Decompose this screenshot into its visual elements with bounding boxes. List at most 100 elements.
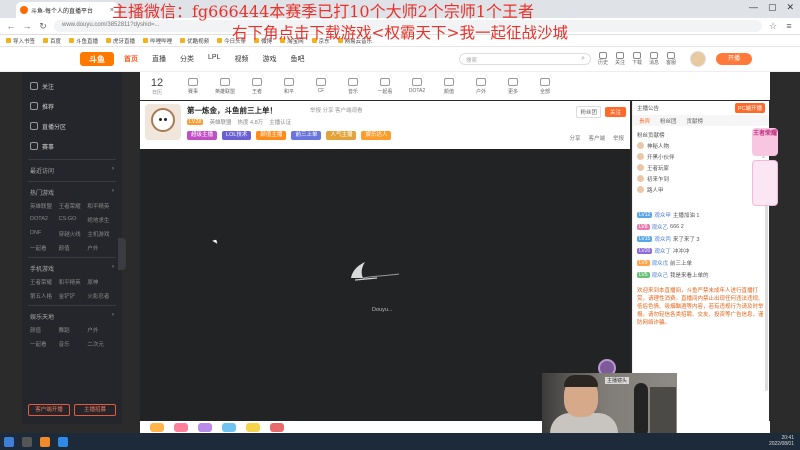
- game-link[interactable]: 金铲铲: [59, 292, 86, 300]
- back-icon[interactable]: ←: [6, 21, 16, 31]
- category-item[interactable]: 英雄联盟: [212, 77, 238, 95]
- room-tag[interactable]: LOL技术: [222, 131, 252, 140]
- promo-banner[interactable]: 王者荣耀: [752, 128, 778, 218]
- nav-games[interactable]: 游戏: [262, 54, 276, 64]
- tab-contribution[interactable]: 贡献榜: [687, 117, 704, 125]
- share-button[interactable]: 分享: [569, 134, 580, 142]
- game-link[interactable]: 主机游戏: [87, 230, 114, 238]
- tab-vip[interactable]: 贵宾: [639, 117, 650, 125]
- nav-live[interactable]: 直播: [152, 54, 166, 64]
- follow-button[interactable]: 关注: [604, 107, 626, 117]
- fan-club-button[interactable]: 粉丝团: [576, 106, 601, 118]
- chat-username[interactable]: 观众丁: [654, 247, 671, 255]
- rank-row[interactable]: 王者玩家3: [637, 162, 765, 173]
- game-link[interactable]: 原神: [87, 278, 114, 286]
- site-logo[interactable]: 斗鱼: [80, 52, 114, 66]
- category-item[interactable]: 音乐: [340, 77, 366, 95]
- search-input[interactable]: 搜索 ⌕: [459, 53, 591, 65]
- browser-tab[interactable]: 斗鱼-每个人的直播平台 ×: [16, 2, 118, 18]
- gift-icon[interactable]: [198, 422, 212, 432]
- maximize-button[interactable]: ▢: [768, 2, 777, 13]
- game-link[interactable]: DNF: [30, 230, 57, 238]
- rank-row[interactable]: 路人甲5: [637, 184, 765, 195]
- minimize-button[interactable]: —: [749, 2, 758, 13]
- game-link[interactable]: 第五人格: [30, 292, 57, 300]
- report-button[interactable]: 举报: [613, 134, 624, 142]
- pc-live-button[interactable]: PC端开播: [734, 103, 765, 113]
- room-category[interactable]: 英雄联盟: [209, 118, 231, 126]
- category-item[interactable]: 赛事: [180, 77, 206, 95]
- open-live-button[interactable]: 开播: [716, 53, 752, 65]
- game-link[interactable]: CS:GO: [59, 216, 86, 224]
- room-tag[interactable]: 前三上单: [291, 131, 322, 140]
- history-button[interactable]: 历史: [598, 52, 608, 66]
- game-link[interactable]: 王者荣耀: [30, 278, 57, 286]
- game-link[interactable]: 颜值: [59, 244, 86, 252]
- nav-lpl[interactable]: LPL: [208, 54, 220, 64]
- search-icon[interactable]: ⌕: [581, 55, 585, 63]
- game-link[interactable]: 王者荣耀: [59, 202, 86, 210]
- client-live-button[interactable]: 客户端开播: [28, 404, 70, 416]
- game-link[interactable]: 和平精英: [59, 278, 86, 286]
- chat-username[interactable]: 观众甲: [654, 211, 671, 219]
- messages-button[interactable]: 消息: [649, 52, 659, 66]
- download-button[interactable]: 下载: [632, 52, 642, 66]
- game-link[interactable]: 户外: [87, 244, 114, 252]
- rank-row[interactable]: 神秘人物1: [637, 140, 765, 151]
- sidebar-item-events[interactable]: 赛事: [22, 136, 122, 156]
- category-item[interactable]: 全部: [532, 77, 558, 95]
- bookmark-item[interactable]: 哔哩哔哩: [143, 37, 172, 45]
- gift-icon[interactable]: [150, 422, 164, 432]
- follow-list-button[interactable]: 关注: [615, 52, 625, 66]
- bookmark-item[interactable]: 斗鱼直播: [69, 37, 98, 45]
- bookmark-item[interactable]: 优酷视频: [180, 37, 209, 45]
- game-link[interactable]: 和平精英: [87, 202, 114, 210]
- chevron-right-icon[interactable]: ›: [112, 264, 114, 273]
- nav-category[interactable]: 分类: [180, 54, 194, 64]
- sidebar-item-follow[interactable]: 关注: [22, 76, 122, 96]
- gift-icon[interactable]: [270, 422, 284, 432]
- game-link[interactable]: 音乐: [59, 340, 86, 348]
- game-link[interactable]: 绝地求生: [87, 216, 114, 224]
- room-tag[interactable]: 娱乐达人: [361, 131, 392, 140]
- category-item[interactable]: 更多: [500, 77, 526, 95]
- category-item[interactable]: CF: [308, 77, 334, 95]
- menu-icon[interactable]: ≡: [784, 21, 794, 31]
- sidebar-item-categories[interactable]: 直播分区: [22, 116, 122, 136]
- star-icon[interactable]: ☆: [768, 21, 778, 32]
- chat-username[interactable]: 观众己: [652, 271, 669, 279]
- game-link[interactable]: 颜值: [30, 326, 57, 334]
- start-menu-icon[interactable]: [4, 436, 14, 447]
- game-link[interactable]: 穿越火线: [59, 230, 86, 238]
- nav-yuba[interactable]: 鱼吧: [290, 54, 304, 64]
- support-button[interactable]: 客服: [666, 52, 676, 66]
- category-item[interactable]: 颜值: [436, 77, 462, 95]
- gift-icon[interactable]: [246, 422, 260, 432]
- refresh-icon[interactable]: ↻: [38, 21, 48, 32]
- firefox-icon[interactable]: [40, 436, 50, 447]
- rank-row[interactable]: 开黑小伙伴 2: [637, 151, 765, 162]
- search-taskbar-icon[interactable]: [22, 436, 32, 447]
- room-tag[interactable]: 人气主播: [326, 131, 357, 140]
- chevron-right-icon[interactable]: ›: [112, 188, 114, 197]
- game-link[interactable]: DOTA2: [30, 216, 57, 224]
- game-link[interactable]: 一起看: [30, 340, 57, 348]
- game-link[interactable]: 二次元: [87, 340, 114, 348]
- game-link[interactable]: 舞蹈: [59, 326, 86, 334]
- chat-username[interactable]: 观众戊: [652, 259, 669, 267]
- category-item[interactable]: 王者: [244, 77, 270, 95]
- category-item[interactable]: 户外: [468, 77, 494, 95]
- client-button[interactable]: 客户端: [588, 134, 605, 142]
- folder-taskbar-icon[interactable]: [58, 436, 68, 447]
- chevron-right-icon[interactable]: ›: [112, 312, 114, 321]
- game-link[interactable]: 火影忍者: [87, 292, 114, 300]
- category-item[interactable]: 和平: [276, 77, 302, 95]
- bookmark-item[interactable]: 虎牙直播: [106, 37, 135, 45]
- category-item[interactable]: 一起看: [372, 77, 398, 95]
- sidebar-collapse-handle[interactable]: [118, 238, 126, 270]
- category-item[interactable]: DOTA2: [404, 77, 430, 95]
- bookmark-item[interactable]: 导入书签: [6, 37, 35, 45]
- gift-icon[interactable]: [222, 422, 236, 432]
- game-link[interactable]: 一起看: [30, 244, 57, 252]
- calendar-widget[interactable]: 12 日历: [140, 77, 174, 96]
